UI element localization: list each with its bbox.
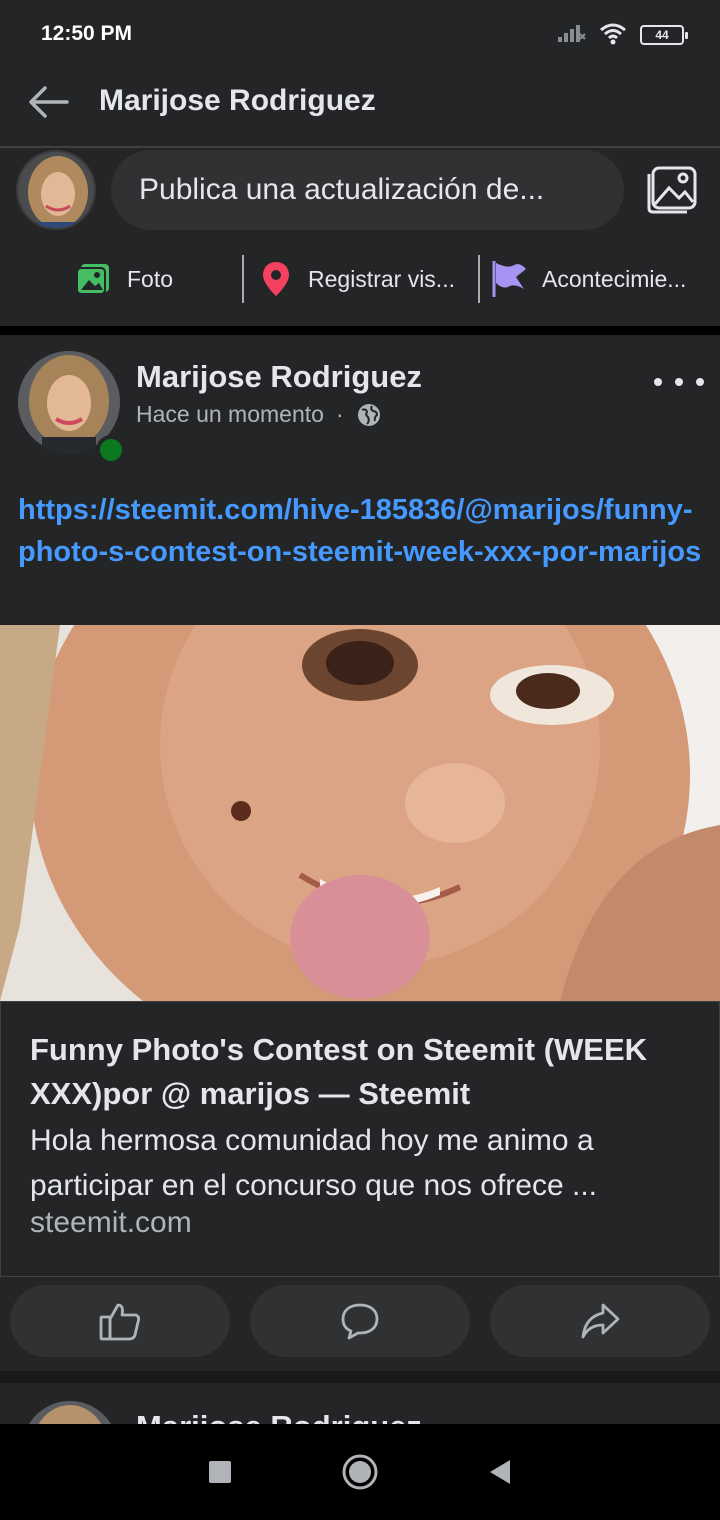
photo-action-label: Foto [127,265,174,292]
post-link-preview-image[interactable] [0,625,720,1001]
home-button[interactable] [330,1442,390,1502]
avatar[interactable] [22,1401,118,1424]
gallery-icon [647,166,697,214]
like-icon [99,1303,141,1341]
comment-button[interactable] [250,1285,470,1357]
share-button[interactable] [490,1285,710,1357]
meta-separator: · [335,401,344,427]
composer-actions: Foto Registrar vis... Acontecimie... [0,250,720,308]
add-photo-button[interactable] [626,150,720,230]
post-author-name[interactable]: Marijose Rodriguez [136,359,422,395]
app-header: Marijose Rodriguez [0,70,720,148]
status-icons: 44 [556,20,688,50]
link-preview-description: Hola hermosa comunidad hoy me animo a pa… [30,1124,597,1202]
signal-icon [556,22,586,49]
life-event-label: Acontecimie... [542,265,687,292]
location-pin-icon [263,262,289,296]
link-preview-domain: steemit.com [30,1206,192,1239]
section-divider [0,326,720,335]
battery-level: 44 [655,28,669,42]
triangle-back-icon [490,1460,510,1484]
comment-icon [341,1303,379,1340]
more-options-button[interactable] [654,367,704,397]
dot-icon [654,378,662,386]
status-bar: 12:50 PM 44 [0,0,720,70]
arrow-left-icon [29,86,69,118]
divider [478,255,480,303]
globe-icon [357,403,380,426]
share-icon [581,1303,620,1339]
life-event-button[interactable]: Acontecimie... [480,254,720,304]
status-time: 12:50 PM [41,22,133,45]
composer: Publica una actualización de... Foto Reg… [0,150,720,326]
dot-icon [696,378,704,386]
check-in-button[interactable]: Registrar vis... [244,254,478,304]
post-avatar[interactable] [18,351,126,465]
square-icon [209,1461,231,1483]
post: Marijose Rodriguez Hace un momento · htt… [0,335,720,1371]
flag-icon [492,261,526,297]
link-preview-card[interactable]: Funny Photo's Contest on Steemit (WEEK X… [0,1001,720,1277]
circle-icon [342,1454,378,1490]
reaction-bar [0,1285,720,1361]
recents-button[interactable] [190,1442,250,1502]
link-preview-title: Funny Photo's Contest on Steemit (WEEK X… [30,1032,648,1111]
post-divider [0,1371,720,1383]
status-composer-input[interactable]: Publica una actualización de... [111,150,624,230]
system-nav-bar [0,1424,720,1520]
post-author-name[interactable]: Marijose Rodriguez [136,1409,422,1424]
online-status-indicator [96,435,126,465]
dot-icon [675,378,683,386]
page-title: Marijose Rodriguez [99,84,376,117]
next-post: Marijose Rodriguez [0,1383,720,1424]
like-button[interactable] [10,1285,230,1357]
photo-icon [76,264,109,295]
post-timestamp[interactable]: Hace un momento [136,401,324,428]
battery-icon: 44 [640,25,688,45]
divider [242,255,244,303]
back-nav-button[interactable] [470,1442,530,1502]
post-link[interactable]: https://steemit.com/hive-185836/@marijos… [18,489,708,573]
check-in-label: Registrar vis... [308,265,455,292]
photo-action-button[interactable]: Foto [0,254,242,304]
wifi-icon [598,21,628,50]
avatar[interactable] [16,150,96,230]
back-button[interactable] [24,82,72,122]
post-meta: Hace un momento · [136,401,382,428]
